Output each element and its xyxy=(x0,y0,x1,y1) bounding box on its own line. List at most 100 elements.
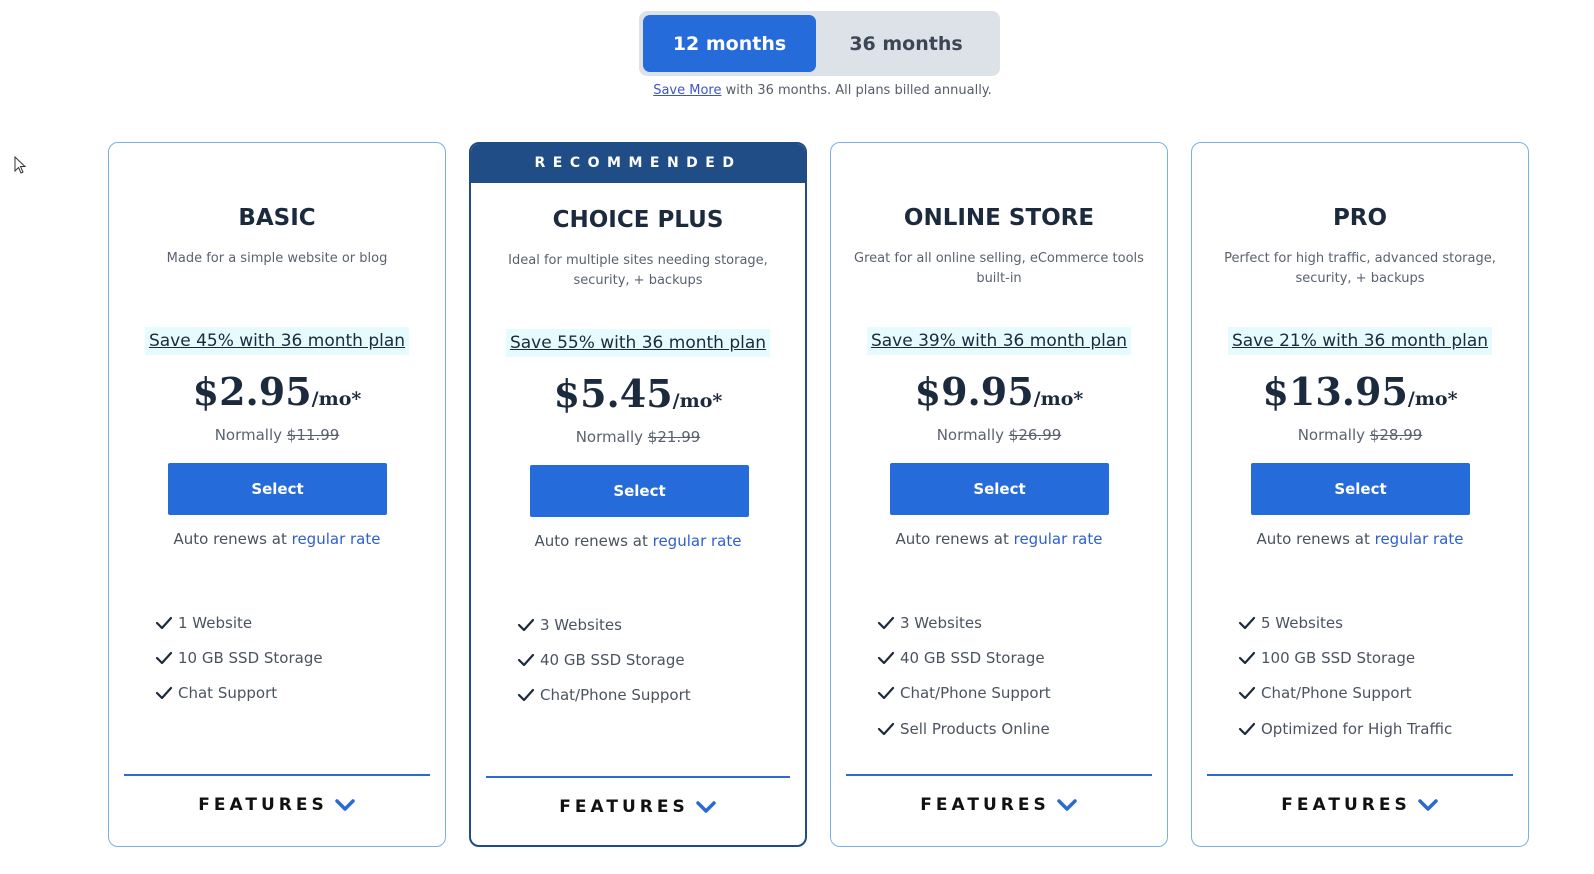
checkmark-icon xyxy=(517,689,535,702)
normal-price: Normally $26.99 xyxy=(831,426,1167,444)
feature-item: 100 GB SSD Storage xyxy=(1238,640,1452,675)
feature-item: Chat/Phone Support xyxy=(1238,676,1452,711)
feature-text: Chat/Phone Support xyxy=(540,686,691,705)
plan-card-pro: PRO Perfect for high traffic, advanced s… xyxy=(1191,142,1529,847)
regular-rate-link[interactable]: regular rate xyxy=(653,532,742,550)
feature-list: 5 Websites 100 GB SSD Storage Chat/Phone S… xyxy=(1238,605,1452,746)
price-amount: $9.95 xyxy=(914,369,1034,414)
billing-note: Save More with 36 months. All plans bill… xyxy=(600,83,1045,98)
normal-price: Normally $11.99 xyxy=(109,426,445,444)
checkmark-icon xyxy=(1238,722,1256,735)
feature-text: Sell Products Online xyxy=(900,719,1050,738)
feature-list: 3 Websites 40 GB SSD Storage Chat/Phone Su… xyxy=(877,605,1051,746)
checkmark-icon xyxy=(1238,687,1256,700)
divider xyxy=(1207,774,1513,776)
divider xyxy=(486,776,790,778)
checkmark-icon xyxy=(1238,651,1256,665)
plan-description: Perfect for high traffic, advanced stora… xyxy=(1224,251,1496,286)
feature-item: 10 GB SSD Storage xyxy=(155,640,323,675)
mouse-cursor-icon xyxy=(14,156,27,174)
select-button[interactable]: Select xyxy=(530,465,749,517)
auto-renew-note: Auto renews at regular rate xyxy=(109,530,445,548)
auto-renew-text: Auto renews at xyxy=(1256,530,1375,548)
price-amount: $5.45 xyxy=(553,371,673,416)
auto-renew-text: Auto renews at xyxy=(173,530,292,548)
features-expand-toggle[interactable]: FEATURES xyxy=(471,797,805,817)
feature-text: 3 Websites xyxy=(900,613,982,632)
price: $13.95/mo* xyxy=(1192,369,1528,414)
term-36-months-button[interactable]: 36 months xyxy=(816,15,996,72)
feature-text: Chat/Phone Support xyxy=(1261,684,1412,703)
features-expand-toggle[interactable]: FEATURES xyxy=(831,795,1167,815)
feature-text: 3 Websites xyxy=(540,615,622,634)
select-button[interactable]: Select xyxy=(168,463,387,515)
normally-label: Normally xyxy=(1297,426,1370,444)
checkmark-icon xyxy=(517,653,535,667)
feature-text: 100 GB SSD Storage xyxy=(1261,648,1416,667)
select-button[interactable]: Select xyxy=(890,463,1109,515)
features-label: FEATURES xyxy=(920,795,1050,815)
plan-description: Great for all online selling, eCommerce … xyxy=(854,251,1144,286)
features-label: FEATURES xyxy=(198,795,328,815)
features-expand-toggle[interactable]: FEATURES xyxy=(109,795,445,815)
checkmark-icon xyxy=(517,618,535,631)
feature-item: Sell Products Online xyxy=(877,711,1051,746)
features-label: FEATURES xyxy=(1281,795,1411,815)
checkmark-icon xyxy=(877,616,895,629)
feature-text: 1 Website xyxy=(178,613,253,632)
checkmark-icon xyxy=(1238,616,1256,629)
feature-item: Chat/Phone Support xyxy=(877,676,1051,711)
regular-rate-link[interactable]: regular rate xyxy=(292,530,381,548)
price: $9.95/mo* xyxy=(831,369,1167,414)
term-12-months-button[interactable]: 12 months xyxy=(643,15,816,72)
plan-description: Ideal for multiple sites needing storage… xyxy=(508,253,768,288)
save-36-month-link[interactable]: Save 21% with 36 month plan xyxy=(1227,327,1493,355)
save-offer: Save 55% with 36 month plan xyxy=(471,329,805,357)
chevron-down-icon xyxy=(695,801,716,813)
auto-renew-text: Auto renews at xyxy=(534,532,653,550)
save-offer: Save 21% with 36 month plan xyxy=(1192,327,1528,355)
feature-item: 40 GB SSD Storage xyxy=(517,642,691,677)
feature-item: Chat/Phone Support xyxy=(517,678,691,713)
plan-card-online-store: ONLINE STORE Great for all online sellin… xyxy=(830,142,1168,847)
normally-label: Normally xyxy=(575,428,648,446)
features-expand-toggle[interactable]: FEATURES xyxy=(1192,795,1528,815)
checkmark-icon xyxy=(877,722,895,735)
divider xyxy=(124,774,430,776)
plan-name: CHOICE PLUS xyxy=(552,207,724,233)
checkmark-icon xyxy=(155,687,173,700)
auto-renew-note: Auto renews at regular rate xyxy=(1192,530,1528,548)
chevron-down-icon xyxy=(1056,799,1077,811)
feature-item: 5 Websites xyxy=(1238,605,1452,640)
regular-rate-link[interactable]: regular rate xyxy=(1014,530,1103,548)
checkmark-icon xyxy=(155,651,173,665)
normal-price-value: $28.99 xyxy=(1369,426,1423,444)
feature-list: 3 Websites 40 GB SSD Storage Chat/Phone Su… xyxy=(517,607,691,713)
feature-text: 5 Websites xyxy=(1261,613,1343,632)
normal-price-value: $11.99 xyxy=(286,426,340,444)
feature-item: Optimized for High Traffic xyxy=(1238,711,1452,746)
select-button[interactable]: Select xyxy=(1251,463,1470,515)
save-36-month-link[interactable]: Save 45% with 36 month plan xyxy=(144,327,410,355)
divider xyxy=(846,774,1152,776)
checkmark-icon xyxy=(877,651,895,665)
regular-rate-link[interactable]: regular rate xyxy=(1375,530,1464,548)
auto-renew-note: Auto renews at regular rate xyxy=(471,532,805,550)
normally-label: Normally xyxy=(214,426,287,444)
price-amount: $2.95 xyxy=(192,369,312,414)
auto-renew-note: Auto renews at regular rate xyxy=(831,530,1167,548)
save-more-link[interactable]: Save More xyxy=(653,83,721,98)
chevron-down-icon xyxy=(334,799,355,811)
price-suffix: /mo* xyxy=(1407,388,1458,410)
auto-renew-text: Auto renews at xyxy=(895,530,1014,548)
save-36-month-link[interactable]: Save 55% with 36 month plan xyxy=(505,329,771,357)
checkmark-icon xyxy=(877,687,895,700)
feature-item: 3 Websites xyxy=(877,605,1051,640)
price: $5.45/mo* xyxy=(471,371,805,416)
feature-text: 40 GB SSD Storage xyxy=(540,650,685,669)
feature-item: 3 Websites xyxy=(517,607,691,642)
price-suffix: /mo* xyxy=(1033,388,1084,410)
billing-term-toggle: 12 months 36 months xyxy=(639,11,1000,76)
save-36-month-link[interactable]: Save 39% with 36 month plan xyxy=(866,327,1132,355)
price-suffix: /mo* xyxy=(311,388,362,410)
